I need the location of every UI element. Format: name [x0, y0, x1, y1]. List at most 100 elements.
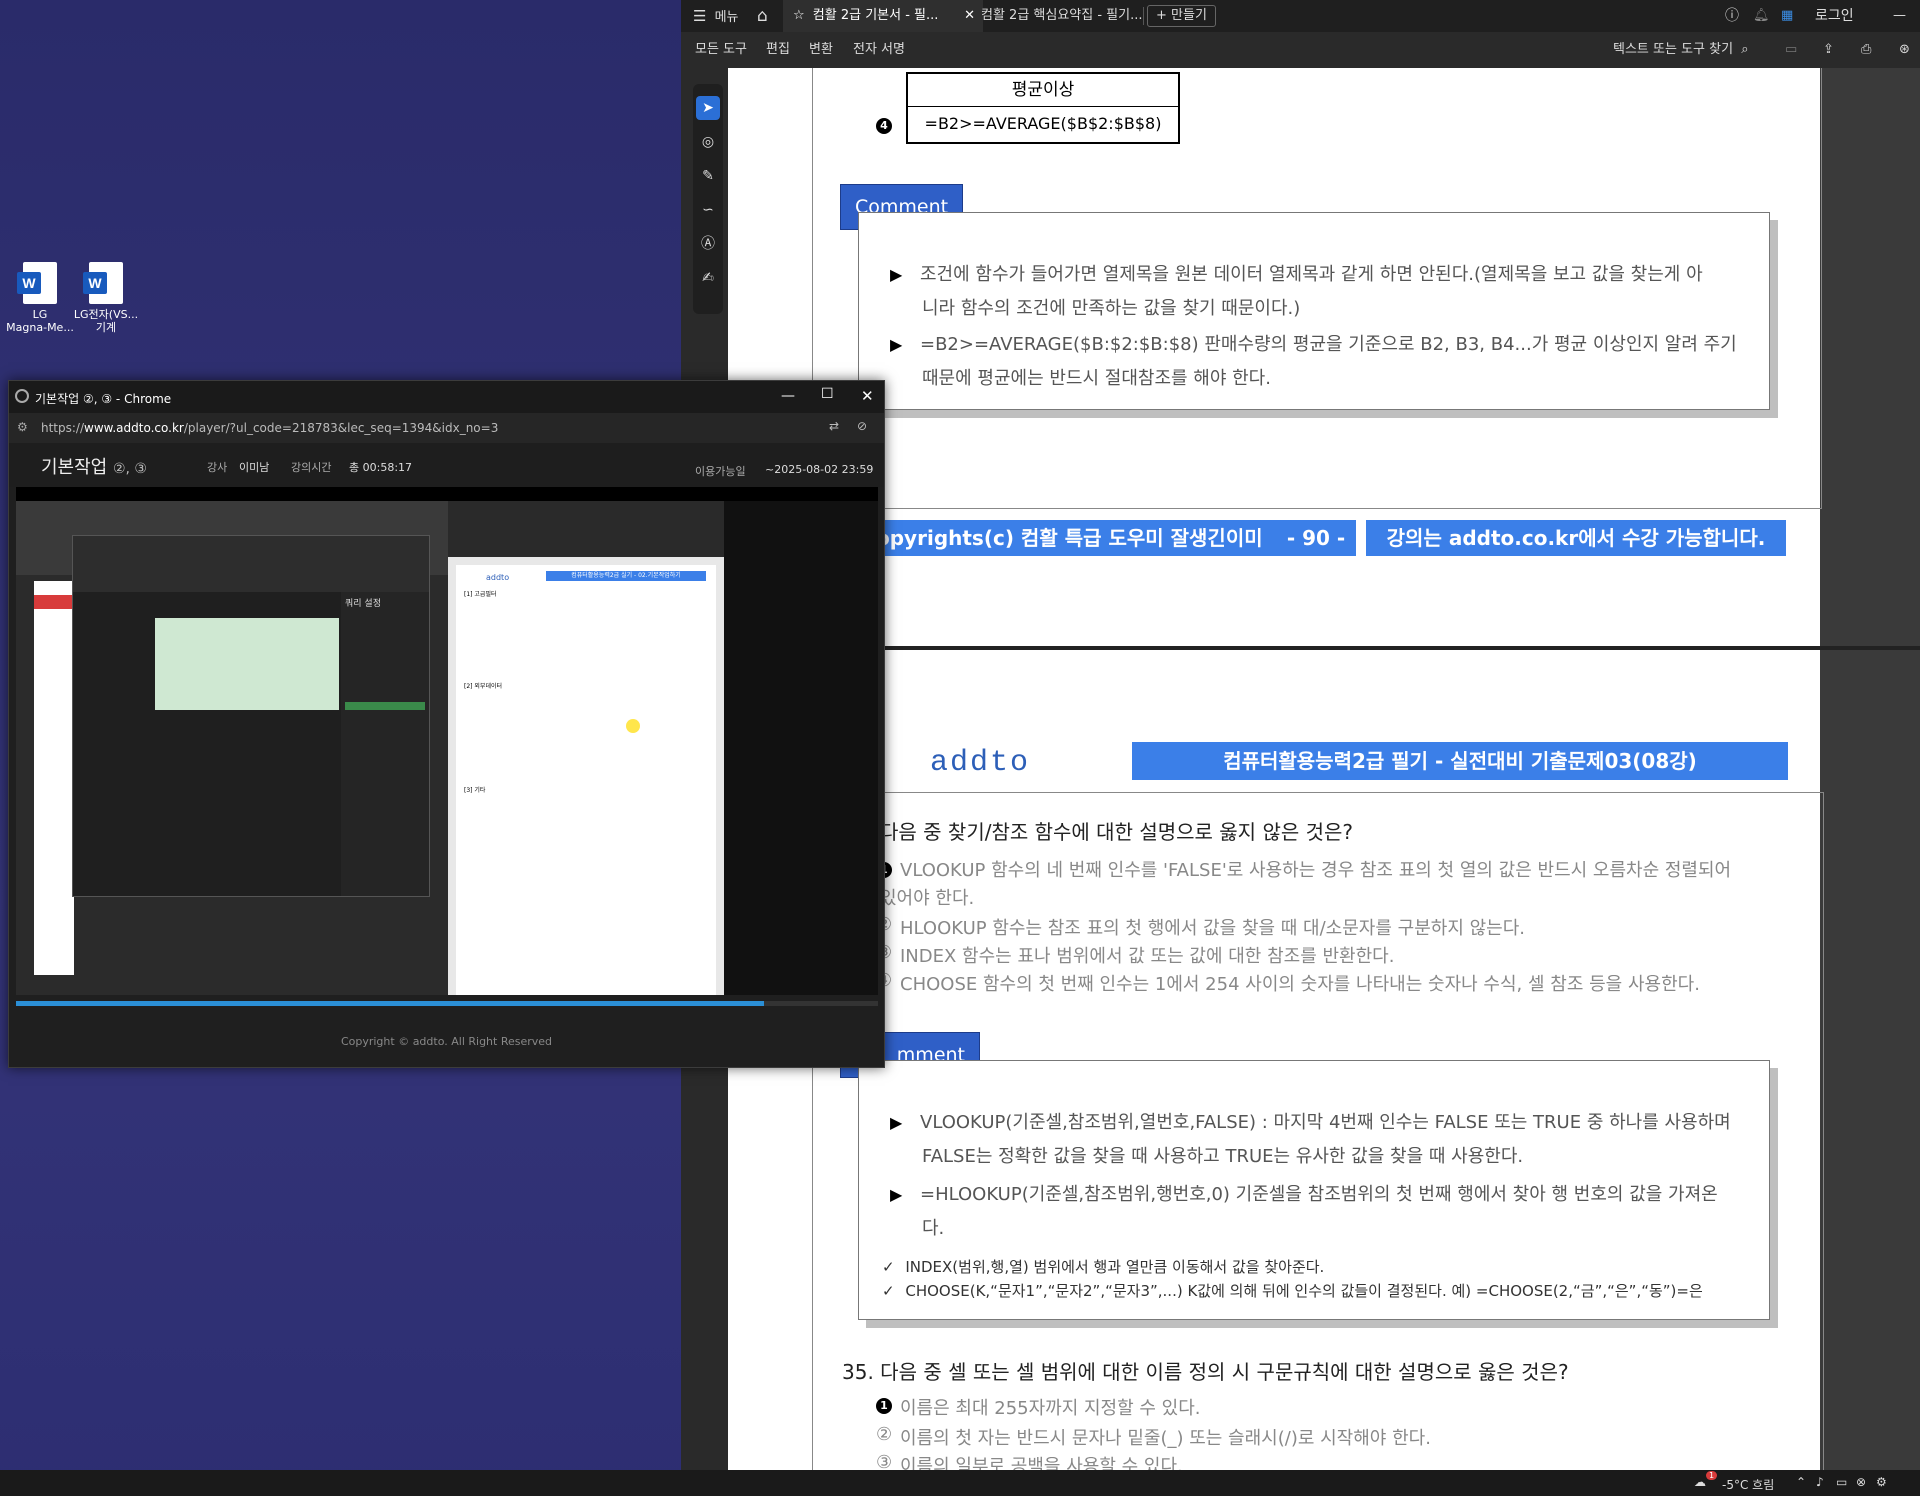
comment2-item2: ▶ =HLOOKUP(기준셀,참조범위,행번호,0) 기준셀을 참조범위의 첫 … — [890, 1178, 1762, 1246]
desktop-icon-label: LG전자(VS... — [73, 308, 139, 321]
chrome-app-icon — [15, 389, 29, 403]
home-icon[interactable]: ⌂ — [757, 0, 768, 32]
play-triangle-icon: ▶ — [890, 1113, 903, 1132]
excel-grid — [34, 581, 74, 975]
pdf-viewer-toolbar — [448, 501, 724, 557]
q34-option4: CHOOSE 함수의 첫 번째 인수는 1에서 254 사이의 숫자를 나타내는… — [900, 974, 1700, 995]
checkmark-icon: ✓ — [882, 1258, 895, 1276]
tab-kor-summary[interactable]: 컴활 2급 핵심요약집 - 필기... — [971, 0, 1161, 32]
address-bar[interactable]: ⚙ https://www.addto.co.kr/player/?ul_cod… — [9, 413, 884, 443]
desktop-icon-lg-vs[interactable]: W LG전자(VS... 기계 — [66, 262, 146, 334]
video-player[interactable]: 쿼리 설정 addto 컴퓨터활용능력2급 실기 - 02.기본작업하기 [1]… — [16, 487, 878, 995]
help-icon[interactable]: ⓘ — [1725, 0, 1739, 32]
chevron-up-icon[interactable]: ⌃ — [1796, 1475, 1806, 1489]
quick-tools: ➤ ◎ ✎ ∽ Ⓐ ✍ — [693, 84, 723, 314]
formula-table-header: 평균이상 — [908, 74, 1178, 107]
comment1-line2: =B2>=AVERAGE($B:$2:$B:$8) 판매수량의 평균을 기준으로… — [920, 334, 1737, 355]
lecture-title: 기본작업 ②, ③ — [41, 453, 147, 479]
minimize-icon[interactable]: — — [1893, 0, 1906, 32]
video-excel-pane: 쿼리 설정 — [16, 501, 448, 995]
pq-step-selected — [345, 702, 425, 710]
pq-table — [155, 618, 339, 710]
excel-red-cell — [34, 595, 74, 609]
upload-cloud-icon[interactable]: ⇪ — [1823, 32, 1834, 68]
pdf-viewer-heading: 컴퓨터활용능력2급 실기 - 02.기본작업하기 — [546, 571, 706, 581]
acrobat-tab-bar: ☰ 메뉴 ⌂ ☆ 컴활 2급 기본서 - 필... ✕ 컴활 2급 핵심요약집 … — [681, 0, 1920, 32]
security-icon[interactable]: ⊗ — [1856, 1475, 1866, 1489]
settings-icon[interactable]: ⚙ — [1876, 1475, 1887, 1489]
close-icon[interactable]: ✕ — [861, 387, 874, 405]
url-domain: www.addto.co.kr — [84, 421, 184, 435]
maximize-icon[interactable]: ☐ — [821, 386, 834, 402]
freehand-draw-icon[interactable]: ∽ — [696, 198, 720, 222]
taskbar: ☁ 1 -5°C 흐림 ⌃ ♪ ▭ ⊗ ⚙ — [0, 1470, 1920, 1496]
pdf-viewer-sec3: [3] 기타 — [464, 787, 486, 794]
select-cursor-icon[interactable]: ➤ — [696, 96, 720, 120]
q34-title: 다음 중 찾기/참조 함수에 대한 설명으로 옳지 않은 것은? — [880, 820, 1354, 844]
highlight-pen-icon[interactable]: ✎ — [696, 164, 720, 188]
weather-text[interactable]: -5°C 흐림 — [1722, 1476, 1774, 1493]
checkmark-icon: ✓ — [882, 1282, 895, 1300]
print-icon[interactable]: ⎙ — [1861, 32, 1871, 68]
esign-menu[interactable]: 전자 서명 — [853, 32, 905, 68]
formula-table: 평균이상 =B2>=AVERAGE($B$2:$B$8) — [906, 72, 1180, 144]
comment1-line2b: 때문에 평균에는 반드시 절대참조를 해야 한다. — [922, 368, 1271, 389]
translate-icon[interactable]: ⇄ — [829, 419, 839, 433]
hamburger-icon: ☰ — [693, 7, 707, 25]
url-path: /player/?ul_code=218783&lec_seq=1394&idx… — [183, 421, 499, 435]
sign-icon[interactable]: ✍ — [696, 266, 720, 290]
pdf-viewer-logo: addto — [486, 573, 510, 582]
site-info-icon[interactable]: ⚙ — [17, 420, 28, 434]
q35-answer-marker: 1 — [876, 1398, 892, 1414]
comment2-line1b: FALSE는 정확한 값을 찾을 때 사용하고 TRUE는 유사한 값을 찾을 … — [922, 1146, 1524, 1167]
login-button[interactable]: 로그인 — [1815, 0, 1854, 32]
video-progress-bar[interactable] — [16, 1001, 878, 1006]
convert-menu[interactable]: 변환 — [809, 32, 833, 68]
avail-value: ~2025-08-02 23:59 — [765, 463, 874, 476]
menu-button[interactable]: ☰ 메뉴 — [693, 0, 739, 32]
comment-icon[interactable]: ◎ — [696, 130, 720, 154]
all-tools-menu[interactable]: 모든 도구 — [695, 32, 747, 68]
page2-header-title: 컴퓨터활용능력2급 필기 - 실전대비 기출문제03(08강) — [1132, 742, 1788, 780]
volume-icon[interactable]: ♪ — [1816, 1475, 1824, 1489]
new-tab-button[interactable]: + 만들기 — [1147, 5, 1216, 27]
video-right-dark — [724, 501, 878, 995]
text-box-icon[interactable]: Ⓐ — [696, 232, 720, 256]
bell-icon[interactable]: 🔔︎ — [1753, 0, 1770, 32]
q35-option2: 이름의 첫 자는 반드시 문자나 밑줄(_) 또는 슬래시(/)로 시작해야 한… — [900, 1428, 1431, 1449]
comment1-line1b: 니라 함수의 조건에 만족하는 값을 찾기 때문이다.) — [922, 298, 1301, 319]
time-label: 강의시간 — [291, 461, 332, 474]
edit-menu[interactable]: 편집 — [766, 32, 790, 68]
marker-4: 4 — [876, 118, 892, 134]
network-icon[interactable]: ▭ — [1836, 1475, 1847, 1489]
tab-kor-basic[interactable]: ☆ 컴활 2급 기본서 - 필... ✕ — [783, 0, 983, 32]
url-text[interactable]: https://www.addto.co.kr/player/?ul_code=… — [41, 421, 498, 435]
share-icon[interactable]: ⊛ — [1899, 32, 1910, 68]
footer-notice: 강의는 addto.co.kr에서 수강 가능합니다. — [1366, 520, 1786, 556]
player-header: 기본작업 ②, ③ 강사 이미남 강의시간 총 00:58:17 이용가능일 ~… — [9, 443, 884, 487]
url-prefix: https:// — [41, 421, 85, 435]
pq-settings-title: 쿼리 설정 — [345, 599, 381, 609]
tab-label: 컴활 2급 핵심요약집 - 필기... — [981, 8, 1143, 23]
video-pdf-pane: addto 컴퓨터활용능력2급 실기 - 02.기본작업하기 [1] 고급필터 … — [448, 501, 724, 995]
time-value: 총 00:58:17 — [349, 461, 413, 474]
apps-grid-icon[interactable]: ▦ — [1781, 0, 1793, 32]
pq-settings: 쿼리 설정 — [341, 592, 429, 896]
q34-option1-cont: 있어야 한다. — [880, 888, 975, 909]
instructor-name: 이미남 — [239, 461, 270, 474]
video-progress-fill — [16, 1001, 765, 1006]
weather-icon[interactable]: ☁ — [1694, 1475, 1706, 1489]
lecture-title-text: 기본작업 — [41, 457, 108, 478]
cursor-highlight — [626, 719, 640, 733]
comment2-item1: ▶ VLOOKUP(기준셀,참조범위,열번호,FALSE) : 마지막 4번째 … — [890, 1106, 1762, 1174]
pdf-viewer-page: addto 컴퓨터활용능력2급 실기 - 02.기본작업하기 [1] 고급필터 … — [456, 565, 716, 995]
minimize-icon[interactable]: — — [781, 388, 795, 404]
power-query-window: 쿼리 설정 — [72, 535, 430, 897]
find-tool-search[interactable]: 텍스트 또는 도구 찾기 ⌕ — [1613, 32, 1748, 68]
plus-icon: + — [1156, 8, 1167, 23]
find-tool-label: 텍스트 또는 도구 찾기 — [1613, 42, 1734, 57]
addto-logo: addto — [930, 746, 1031, 780]
tab-divider — [1143, 7, 1144, 25]
eye-off-icon[interactable]: ⊘ — [857, 419, 867, 433]
save-icon[interactable]: ▭ — [1785, 32, 1797, 68]
